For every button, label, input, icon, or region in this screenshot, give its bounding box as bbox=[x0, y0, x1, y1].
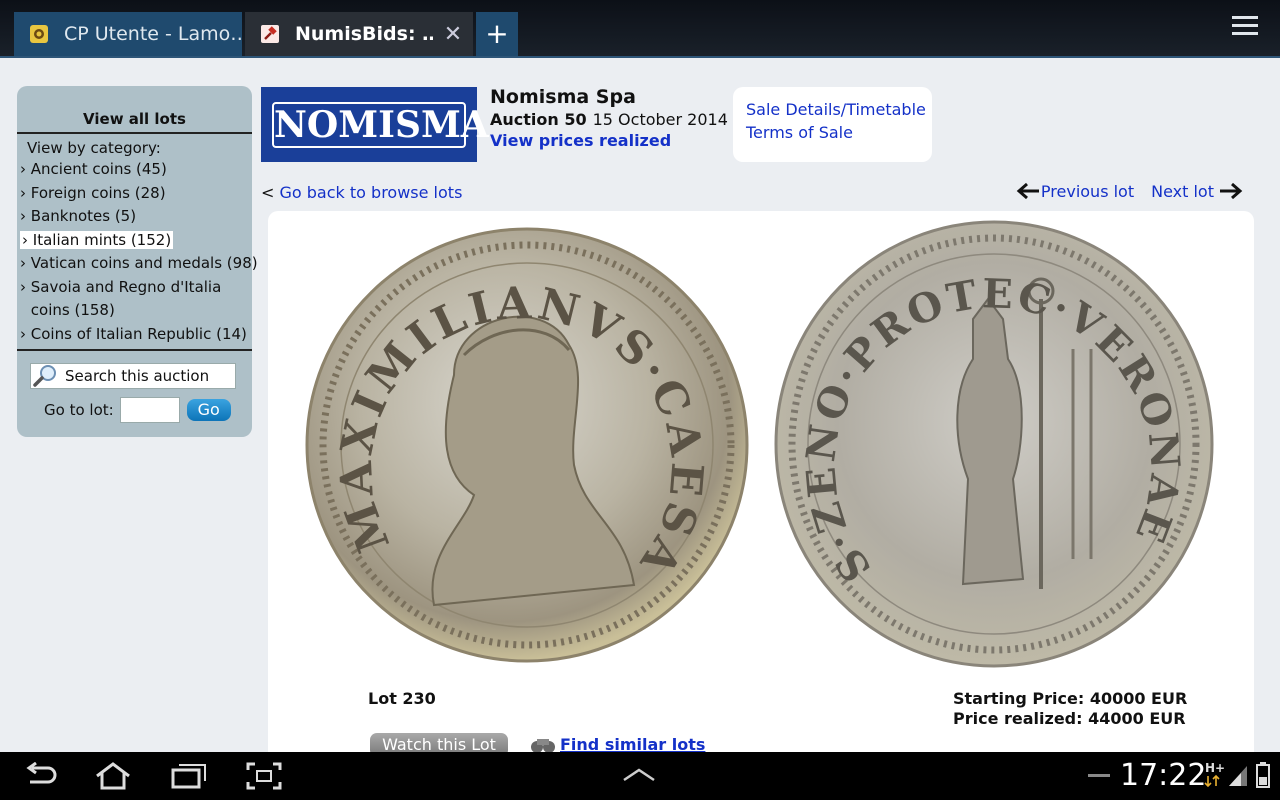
chevron-up-icon[interactable] bbox=[622, 768, 656, 782]
previous-lot-link[interactable]: Previous lot bbox=[1041, 182, 1134, 201]
view-prices-link[interactable]: View prices realized bbox=[490, 131, 728, 150]
category-italian-mints[interactable]: › Italian mints (152) bbox=[17, 229, 252, 253]
arrow-right-icon[interactable] bbox=[1218, 181, 1244, 201]
auction-date: 15 October 2014 bbox=[592, 110, 728, 129]
auction-number: Auction 50 bbox=[490, 110, 587, 129]
starting-price: Starting Price: 40000 EUR bbox=[953, 689, 1188, 708]
recent-apps-icon[interactable] bbox=[170, 762, 208, 790]
tab-title: CP Utente - Lamo… bbox=[64, 23, 242, 45]
binoculars-icon bbox=[531, 738, 555, 752]
breadcrumb: < Go back to browse lots bbox=[261, 183, 462, 202]
lot-navigation: Previous lot Next lot bbox=[1015, 181, 1244, 201]
tab-title: NumisBids: … bbox=[295, 23, 433, 45]
view-all-lots-link[interactable]: View all lots bbox=[17, 86, 252, 134]
company-name: Nomisma Spa bbox=[490, 86, 636, 108]
auction-info: Nomisma Spa Auction 50 15 October 2014 Vi… bbox=[490, 86, 728, 150]
logo-text: NOMISMA bbox=[272, 101, 489, 148]
goto-lot-label: Go to lot: bbox=[44, 401, 114, 419]
menu-icon[interactable] bbox=[1232, 16, 1258, 42]
back-icon[interactable] bbox=[22, 762, 58, 790]
category-banknotes[interactable]: › Banknotes (5) bbox=[17, 205, 252, 229]
close-tab-icon[interactable]: ✕ bbox=[433, 22, 473, 47]
category-foreign-coins[interactable]: › Foreign coins (28) bbox=[17, 182, 252, 206]
find-similar-link[interactable]: Find similar lots bbox=[560, 735, 705, 752]
coin-reverse-image[interactable]: S·ZENO·PROTEC·VERONAE bbox=[773, 219, 1215, 669]
goto-lot-input[interactable] bbox=[119, 397, 180, 423]
browser-tabstrip: CP Utente - Lamo… NumisBids: … ✕ + bbox=[0, 0, 1280, 58]
network-hplus-icon: H+ bbox=[1204, 761, 1224, 788]
terms-of-sale-link[interactable]: Terms of Sale bbox=[746, 123, 932, 142]
status-clock: 17:22 bbox=[1120, 758, 1207, 793]
price-realized: Price realized: 44000 EUR bbox=[953, 709, 1186, 728]
go-button[interactable]: Go bbox=[186, 399, 231, 421]
lot-number: Lot 230 bbox=[368, 689, 436, 708]
notification-dash-icon bbox=[1088, 774, 1110, 777]
gavel-icon bbox=[261, 25, 279, 43]
category-ancient-coins[interactable]: › Ancient coins (45) bbox=[17, 158, 252, 182]
find-similar: Find similar lots bbox=[530, 735, 705, 752]
category-savoia-coins[interactable]: › Savoia and Regno d'Italia coins (158) bbox=[17, 276, 252, 323]
back-chevron: < bbox=[261, 183, 275, 202]
next-lot-link[interactable]: Next lot bbox=[1151, 182, 1214, 201]
svg-text:H+: H+ bbox=[1205, 761, 1224, 775]
lens-icon bbox=[30, 25, 48, 43]
watch-lot-button[interactable]: Watch this Lot bbox=[370, 733, 508, 752]
divider bbox=[17, 349, 252, 351]
web-page: View all lots View by category: › Ancien… bbox=[0, 58, 1280, 752]
category-vatican-coins[interactable]: › Vatican coins and medals (98) bbox=[17, 252, 258, 276]
arrow-left-icon[interactable] bbox=[1015, 181, 1041, 201]
signal-icon bbox=[1229, 766, 1247, 786]
category-italian-republic[interactable]: › Coins of Italian Republic (14) bbox=[17, 323, 252, 347]
goto-lot-form: Go to lot: Go bbox=[44, 397, 252, 423]
lot-content-panel: MAXIMILIANVS·CAESAR S·ZENO·PROTE bbox=[268, 211, 1254, 752]
system-navbar: 17:22 H+ bbox=[0, 752, 1280, 800]
tab-numisbids[interactable]: NumisBids: … ✕ bbox=[245, 12, 473, 56]
home-icon[interactable] bbox=[93, 762, 133, 790]
category-sidebar: View all lots View by category: › Ancien… bbox=[17, 86, 258, 437]
price-block: Starting Price: 40000 EUR Price realized… bbox=[953, 689, 1187, 729]
screenshot-icon[interactable] bbox=[246, 762, 282, 790]
battery-icon bbox=[1256, 762, 1270, 788]
search-input[interactable]: Search this auction bbox=[30, 363, 236, 389]
back-to-lots-link[interactable]: Go back to browse lots bbox=[280, 183, 463, 202]
sale-details-link[interactable]: Sale Details/Timetable bbox=[746, 100, 932, 119]
search-placeholder: Search this auction bbox=[65, 367, 210, 385]
view-by-category-label: View by category: bbox=[27, 139, 161, 157]
sale-links-box: Sale Details/Timetable Terms of Sale bbox=[733, 87, 932, 162]
new-tab-button[interactable]: + bbox=[476, 12, 518, 56]
search-icon bbox=[33, 365, 56, 387]
nomisma-logo[interactable]: NOMISMA bbox=[261, 87, 489, 162]
tab-cp-utente[interactable]: CP Utente - Lamo… bbox=[14, 12, 242, 56]
coin-obverse-image[interactable]: MAXIMILIANVS·CAESAR bbox=[304, 225, 750, 665]
